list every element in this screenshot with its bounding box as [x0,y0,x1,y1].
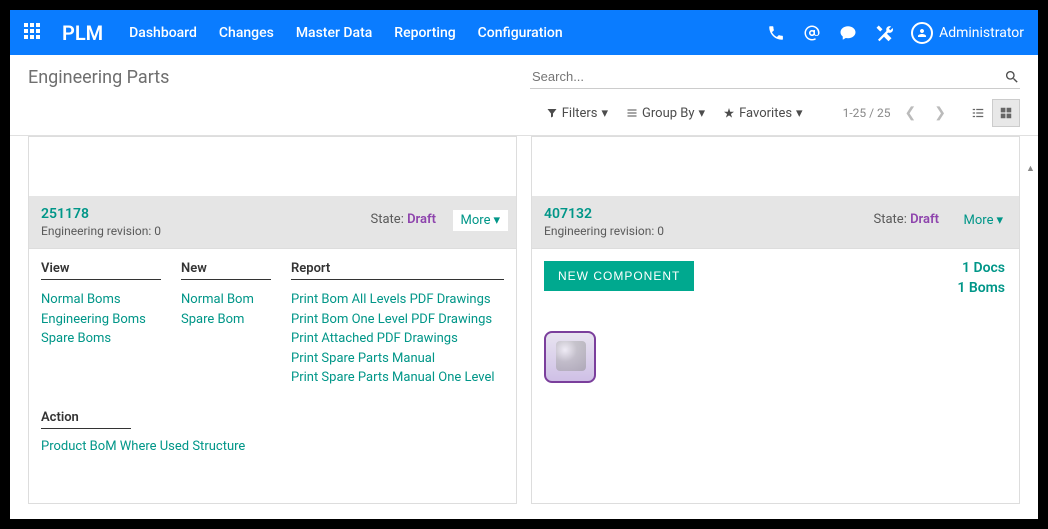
pager-text: 1-25 / 25 [843,106,891,120]
new-component-button[interactable]: NEW COMPONENT [544,261,694,291]
state-value: Draft [910,212,939,227]
link-report-3[interactable]: Print Attached PDF Drawings [291,329,504,349]
favorites-button[interactable]: Favorites ▾ [723,106,803,121]
state-display: State: Draft [874,212,939,227]
list-view-icon [971,106,985,120]
list-icon [626,107,638,119]
filters-button[interactable]: Filters ▾ [546,106,608,121]
link-spare-boms[interactable]: Spare Boms [41,329,161,349]
card-header: 407132 Engineering revision: 0 State: Dr… [531,196,1020,249]
at-icon[interactable] [803,24,821,42]
state-value: Draft [407,212,436,227]
caret-down-icon: ▾ [602,106,609,121]
grid-view-icon [999,106,1013,120]
docs-count-link[interactable]: 1 Docs [957,259,1005,279]
link-report-4[interactable]: Print Spare Parts Manual [291,349,504,369]
search-input[interactable] [530,65,1004,88]
search-icon[interactable] [1004,69,1020,85]
part-thumbnail[interactable] [544,331,596,383]
pager-prev-button[interactable]: ❮ [901,105,921,121]
user-menu[interactable]: Administrator [911,22,1024,44]
report-heading: Report [291,261,504,280]
link-engineering-boms[interactable]: Engineering Boms [41,310,161,330]
view-toggle [964,99,1020,127]
nav-right: Administrator [767,22,1024,44]
pager: 1-25 / 25 ❮ ❯ [843,105,950,121]
nav-changes[interactable]: Changes [219,25,274,41]
action-section: Action Product BoM Where Used Structure [41,410,504,454]
view-heading: View [41,261,161,280]
link-normal-bom[interactable]: Normal Bom [181,290,271,310]
boms-count-link[interactable]: 1 Boms [957,279,1005,299]
link-report-2[interactable]: Print Bom One Level PDF Drawings [291,310,504,330]
card-body: NEW COMPONENT 1 Docs 1 Boms [531,249,1020,504]
user-name: Administrator [939,25,1024,41]
avatar-icon [911,22,933,44]
caret-down-icon: ▾ [796,106,803,121]
nav-master-data[interactable]: Master Data [296,25,372,41]
link-report-5[interactable]: Print Spare Parts Manual One Level [291,368,504,388]
card-header: 251178 Engineering revision: 0 State: Dr… [28,196,517,249]
brand-label: PLM [62,21,103,45]
list-view-button[interactable] [964,99,992,127]
link-where-used[interactable]: Product BoM Where Used Structure [41,439,245,454]
apps-icon[interactable] [24,23,44,43]
scrollbar-up-icon[interactable] [1026,160,1036,170]
caret-down-icon: ▾ [699,106,706,121]
tools-icon[interactable] [875,24,893,42]
state-display: State: Draft [371,212,436,227]
part-card-right: 407132 Engineering revision: 0 State: Dr… [531,136,1020,504]
more-button[interactable]: More ▾ [453,210,508,231]
link-report-1[interactable]: Print Bom All Levels PDF Drawings [291,290,504,310]
funnel-icon [546,107,558,119]
page-title: Engineering Parts [28,67,169,88]
new-heading: New [181,261,271,280]
filter-bar: Filters ▾ Group By ▾ Favorites ▾ [546,106,803,121]
groupby-button[interactable]: Group By ▾ [626,106,705,121]
new-column: New Normal Bom Spare Bom [181,261,271,388]
kanban-view-button[interactable] [992,99,1020,127]
star-icon [723,107,735,119]
link-normal-boms[interactable]: Normal Boms [41,290,161,310]
action-heading: Action [41,410,131,429]
report-column: Report Print Bom All Levels PDF Drawings… [291,261,504,388]
kanban-content: 251178 Engineering revision: 0 State: Dr… [10,136,1038,522]
nav-dashboard[interactable]: Dashboard [129,25,197,41]
card-top-spacer [531,136,1020,196]
counts-box: 1 Docs 1 Boms [957,259,1005,298]
top-nav: PLM Dashboard Changes Master Data Report… [10,10,1038,55]
view-column: View Normal Boms Engineering Boms Spare … [41,261,161,388]
search-box [530,65,1020,89]
caret-down-icon: ▾ [996,213,1003,228]
nav-reporting[interactable]: Reporting [394,25,455,41]
caret-down-icon: ▾ [493,213,500,228]
link-spare-bom[interactable]: Spare Bom [181,310,271,330]
card-body: View Normal Boms Engineering Boms Spare … [28,249,517,504]
card-top-spacer [28,136,517,196]
nav-links: Dashboard Changes Master Data Reporting … [129,25,563,41]
nav-configuration[interactable]: Configuration [478,25,563,41]
phone-icon[interactable] [767,24,785,42]
control-bar: Engineering Parts Filters ▾ Group By ▾ [10,55,1038,136]
part-card-left: 251178 Engineering revision: 0 State: Dr… [28,136,517,504]
more-button[interactable]: More ▾ [956,210,1011,231]
chat-icon[interactable] [839,24,857,42]
pager-next-button[interactable]: ❯ [930,105,950,121]
